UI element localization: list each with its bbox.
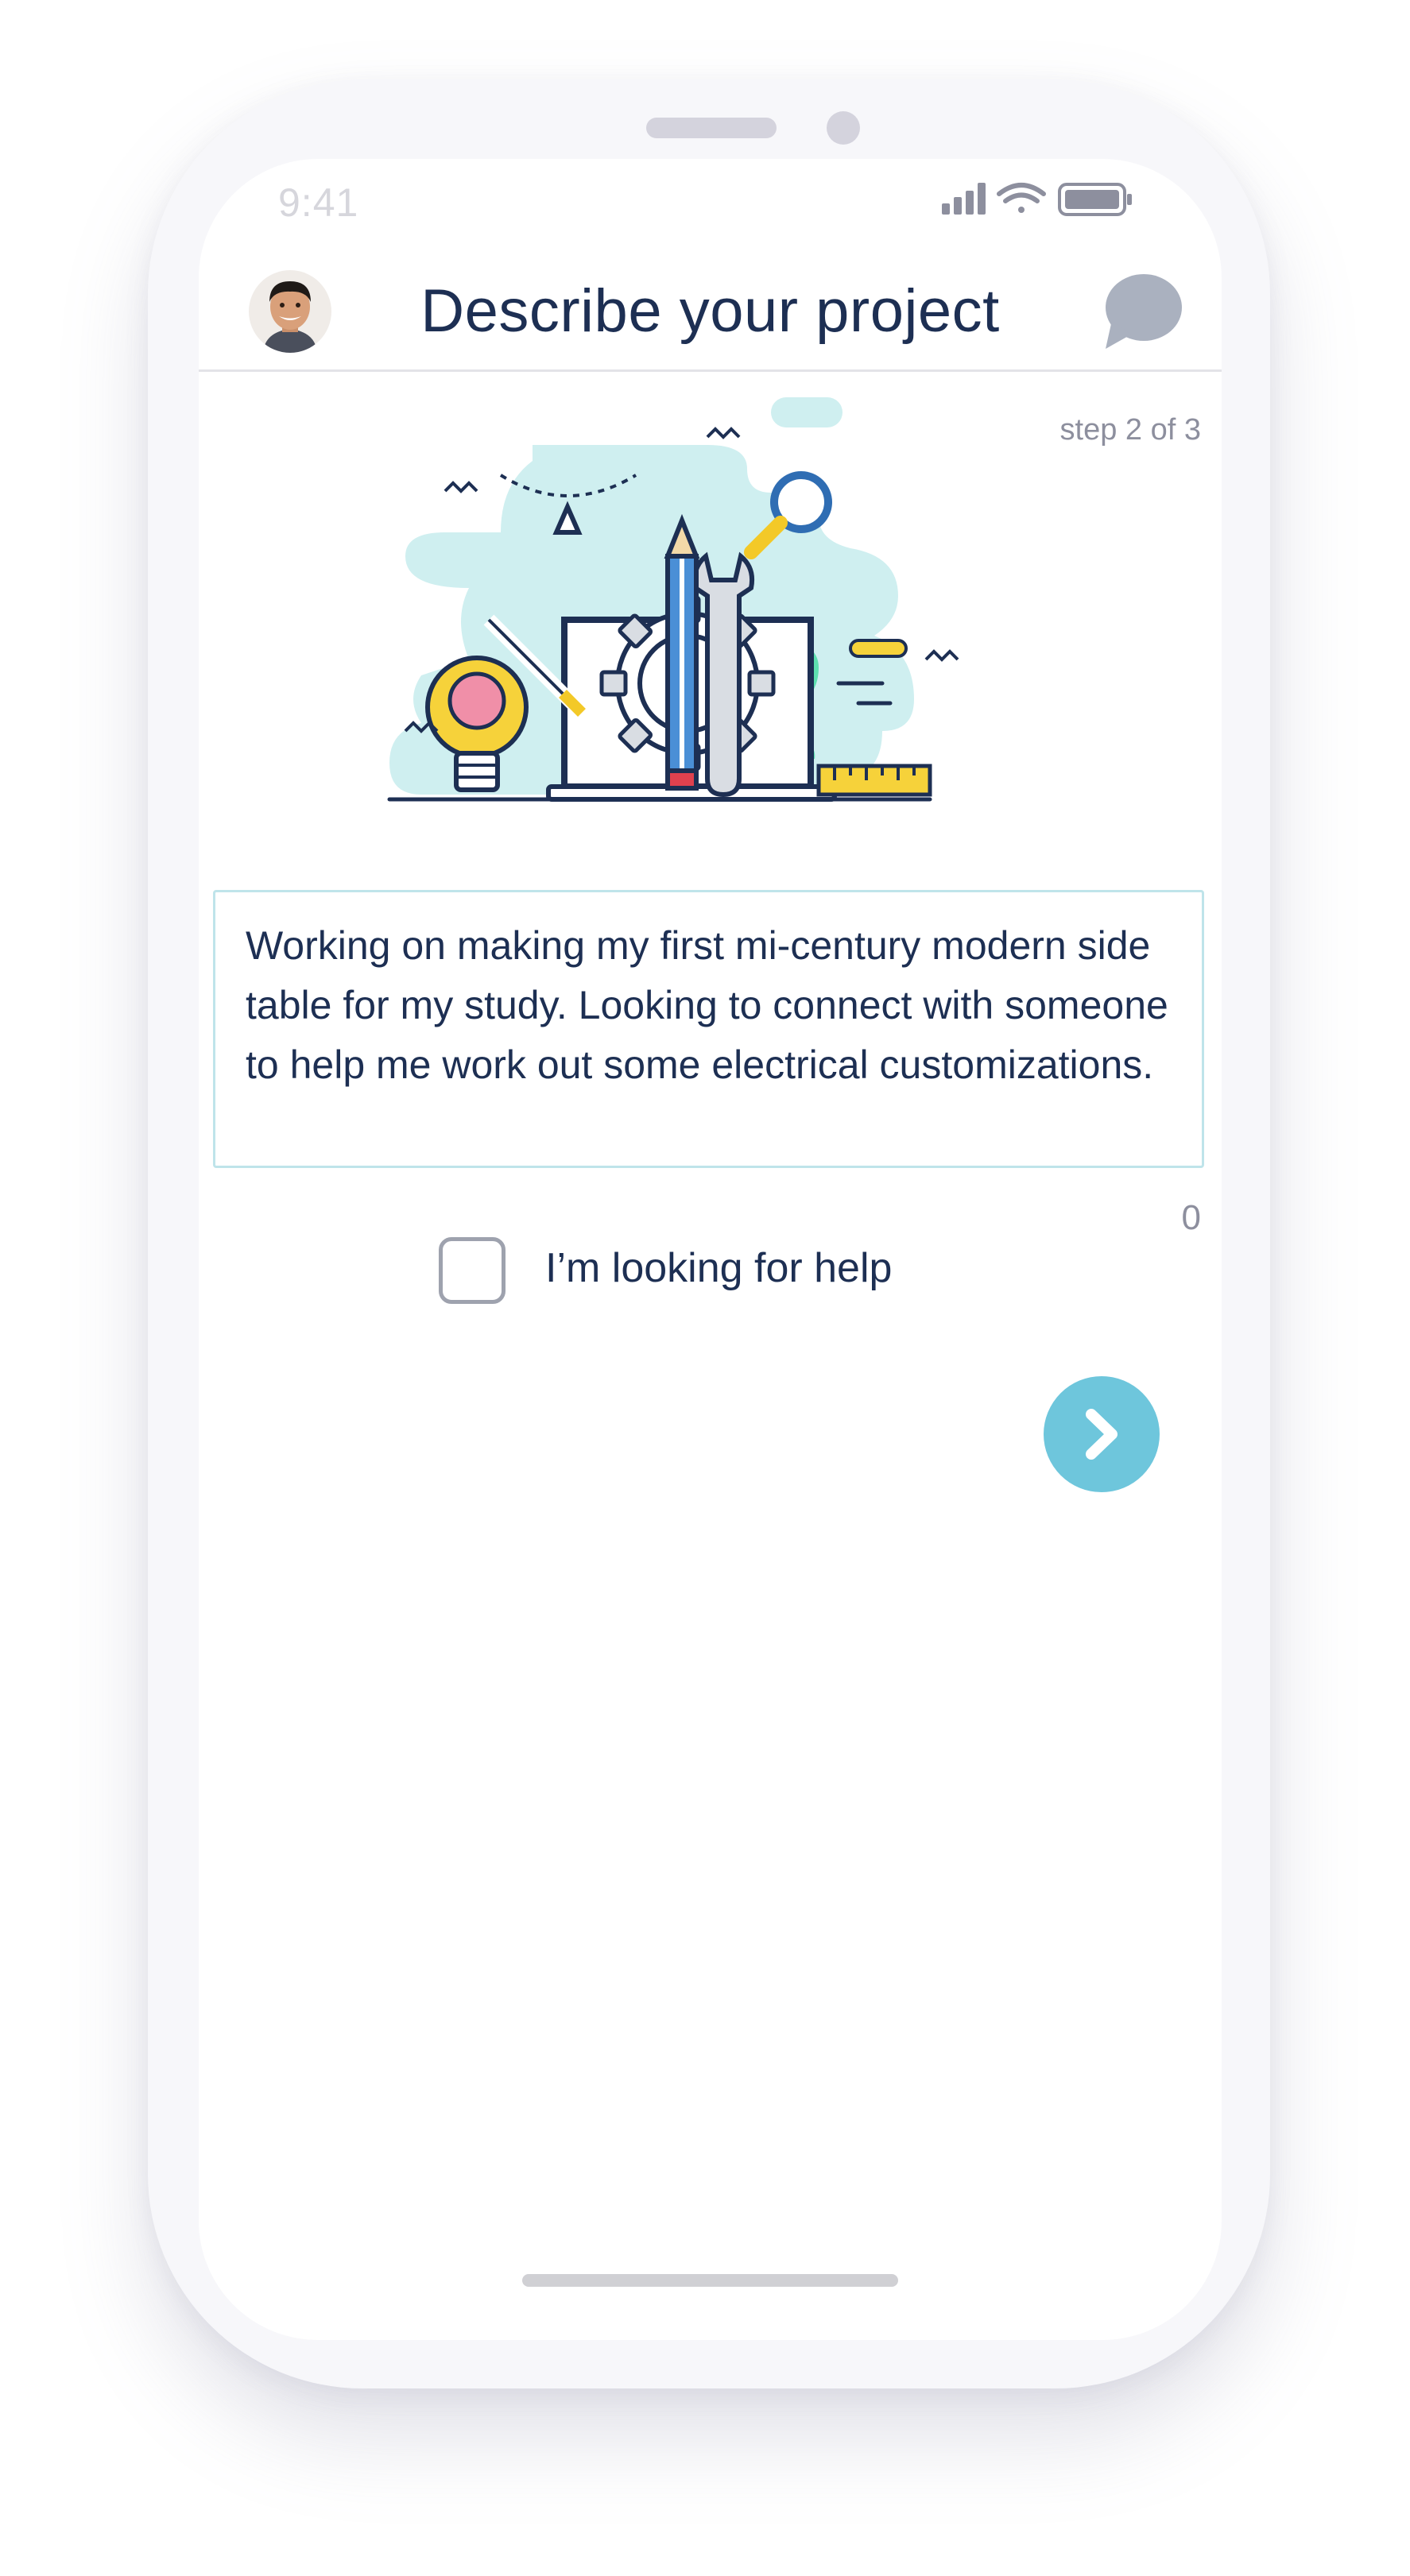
project-description-input[interactable]: Working on making my first mi-century mo… (213, 890, 1204, 1168)
home-indicator[interactable] (522, 2274, 898, 2287)
header-divider (199, 369, 1222, 372)
signal-icon (942, 183, 986, 215)
help-checkbox-label[interactable]: I’m looking for help (545, 1244, 892, 1292)
diy-tools-illustration (374, 397, 1057, 862)
phone-speaker (646, 118, 777, 138)
status-time: 9:41 (278, 180, 359, 225)
page-title: Describe your project (420, 277, 1000, 345)
character-counter: 0 (1181, 1198, 1201, 1237)
step-indicator: step 2 of 3 (1059, 413, 1201, 447)
battery-icon (1058, 183, 1132, 216)
phone-camera (827, 111, 860, 145)
status-icons (942, 180, 1137, 223)
help-checkbox[interactable] (439, 1237, 506, 1304)
next-button[interactable] (1044, 1376, 1160, 1492)
app-screen: 9:41 Describe your project step 2 of 3 W… (199, 159, 1222, 2340)
wifi-icon (997, 183, 1046, 213)
chevron-right-icon (1086, 1409, 1118, 1460)
chat-bubble-icon[interactable] (1101, 273, 1184, 356)
